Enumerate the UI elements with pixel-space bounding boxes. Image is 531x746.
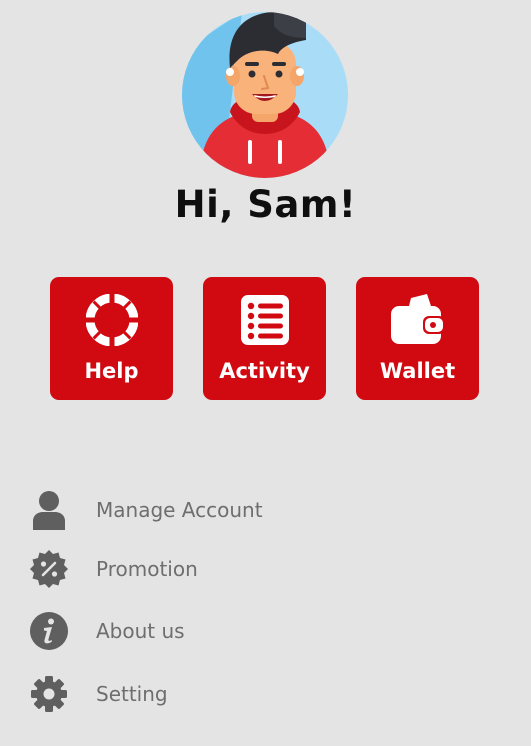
menu-item-label: Setting <box>96 682 168 706</box>
help-label: Help <box>84 359 139 383</box>
lifebuoy-icon <box>50 294 173 346</box>
discount-badge-icon <box>28 548 70 590</box>
greeting-title: Hi, Sam! <box>174 183 357 226</box>
person-icon <box>28 489 70 531</box>
menu-item-promotion[interactable]: Promotion <box>28 548 488 594</box>
list-icon <box>203 294 326 346</box>
menu-item-label: Manage Account <box>96 498 263 522</box>
avatar[interactable] <box>182 12 348 178</box>
help-button[interactable]: Help <box>50 277 173 400</box>
activity-button[interactable]: Activity <box>203 277 326 400</box>
wallet-label: Wallet <box>379 359 456 383</box>
menu-item-setting[interactable]: Setting <box>28 673 488 719</box>
gear-icon <box>28 673 70 715</box>
user-avatar-illustration <box>182 12 348 178</box>
activity-label: Activity <box>219 359 310 383</box>
profile-screen: Hi, Sam! Help Activity Wallet Manage Acc… <box>0 0 531 746</box>
wallet-icon <box>356 294 479 346</box>
menu-item-manage-account[interactable]: Manage Account <box>28 489 488 535</box>
wallet-button[interactable]: Wallet <box>356 277 479 400</box>
info-icon <box>28 610 70 652</box>
menu-item-label: Promotion <box>96 557 198 581</box>
menu-item-about-us[interactable]: About us <box>28 610 488 656</box>
menu-item-label: About us <box>96 619 185 643</box>
